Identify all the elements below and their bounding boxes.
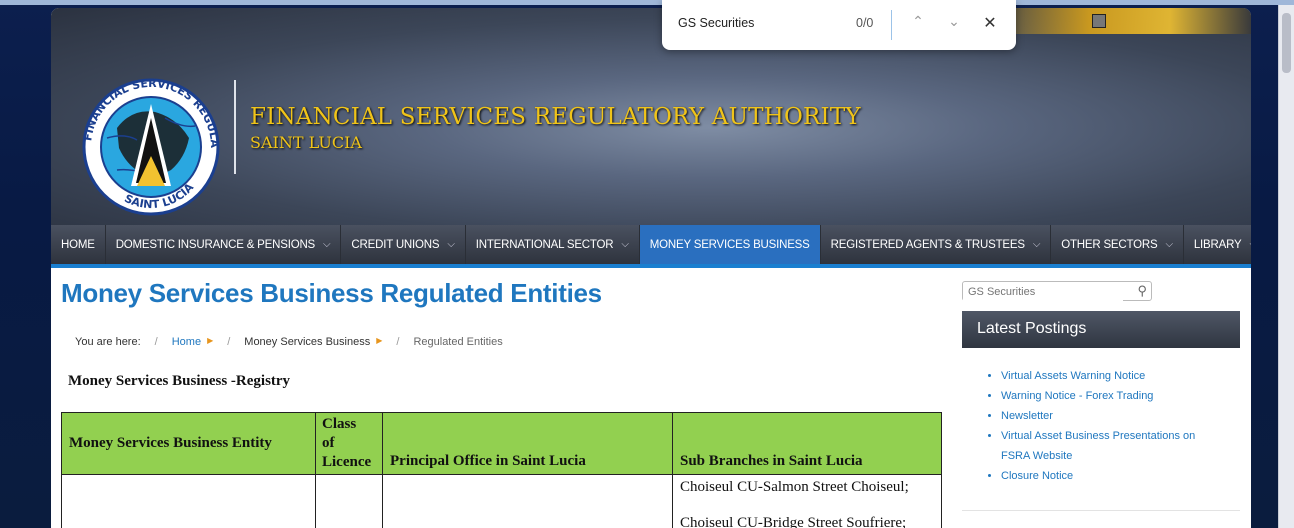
close-icon[interactable]: ✕ bbox=[980, 13, 1000, 33]
chevron-down-icon[interactable]: ⌄ bbox=[944, 13, 964, 30]
cell-entity bbox=[61, 474, 316, 528]
site-header: FINANCIAL SERVICES REGULATORY AUTHORITY … bbox=[51, 8, 1251, 225]
cell-branches: Choiseul CU-Salmon Street Choiseul; Choi… bbox=[672, 474, 942, 528]
col-principal-office: Principal Office in Saint Lucia bbox=[382, 412, 673, 475]
chevron-up-icon[interactable]: ⌃ bbox=[908, 13, 928, 30]
find-match-count: 0/0 bbox=[856, 16, 874, 30]
list-item[interactable]: Virtual Assets Warning Notice bbox=[1001, 366, 1227, 386]
fsra-logo-icon[interactable]: FINANCIAL SERVICES REGULATORY AUTHORITY … bbox=[77, 78, 225, 216]
chevron-down-icon[interactable]: ⌵ bbox=[1165, 239, 1173, 250]
breadcrumb-home-link[interactable]: Home bbox=[172, 336, 201, 348]
table-header-row: Money Services Business Entity Class of … bbox=[61, 412, 942, 475]
col-sub-branches: Sub Branches in Saint Lucia bbox=[672, 412, 942, 475]
chevron-down-icon[interactable]: ⌵ bbox=[323, 239, 331, 250]
sidebar-divider bbox=[962, 510, 1240, 511]
find-input[interactable]: GS Securities bbox=[678, 16, 754, 30]
breadcrumb-arrow-icon: ▶ bbox=[207, 336, 214, 345]
registry-table: Money Services Business Entity Class of … bbox=[61, 412, 942, 528]
sidebar-search: ⚲ bbox=[962, 281, 1152, 301]
nav-item-registered-agents[interactable]: REGISTERED AGENTS & TRUSTEES ⌵ bbox=[821, 225, 1052, 264]
search-icon[interactable]: ⚲ bbox=[1137, 283, 1147, 299]
nav-item-library[interactable]: LIBRARY⌵ bbox=[1184, 225, 1251, 264]
list-item[interactable]: Closure Notice bbox=[1001, 466, 1227, 486]
search-input[interactable] bbox=[963, 283, 1123, 301]
branch-line: Choiseul CU-Bridge Street Soufriere; bbox=[680, 515, 907, 528]
registry-heading: Money Services Business -Registry bbox=[68, 373, 291, 389]
breadcrumb-current: Regulated Entities bbox=[413, 336, 503, 348]
cell-principal bbox=[382, 474, 673, 528]
site-container: FINANCIAL SERVICES REGULATORY AUTHORITY … bbox=[51, 8, 1251, 528]
nav-item-domestic-insurance[interactable]: DOMESTIC INSURANCE & PENSIONS ⌵ bbox=[106, 225, 342, 264]
latest-postings-header: Latest Postings bbox=[962, 311, 1240, 348]
list-item[interactable]: Newsletter bbox=[1001, 406, 1227, 426]
header-gold-accent bbox=[981, 8, 1251, 34]
nav-item-home[interactable]: HOME bbox=[51, 225, 106, 264]
chevron-down-icon[interactable]: ⌵ bbox=[1249, 239, 1251, 250]
scrollbar-thumb[interactable] bbox=[1282, 13, 1291, 73]
postings-list: Virtual Assets Warning Notice Warning No… bbox=[987, 366, 1227, 486]
page-title: Money Services Business Regulated Entiti… bbox=[61, 278, 602, 308]
breadcrumb: You are here: / Home ▶ / Money Services … bbox=[75, 336, 503, 348]
browser-top-edge bbox=[0, 0, 1294, 5]
chevron-down-icon[interactable]: ⌵ bbox=[621, 239, 629, 250]
col-entity: Money Services Business Entity bbox=[61, 412, 316, 475]
col-class: Class of Licence bbox=[315, 412, 383, 475]
header-divider bbox=[234, 80, 236, 174]
chevron-down-icon[interactable]: ⌵ bbox=[1033, 239, 1041, 250]
list-item[interactable]: Warning Notice - Forex Trading bbox=[1001, 386, 1227, 406]
nav-item-international-sector[interactable]: INTERNATIONAL SECTOR ⌵ bbox=[466, 225, 640, 264]
breadcrumb-separator: / bbox=[396, 336, 400, 348]
header-mini-icon bbox=[1092, 14, 1106, 28]
list-item[interactable]: Virtual Asset Business Presentations on … bbox=[1001, 426, 1227, 466]
site-title: FINANCIAL SERVICES REGULATORY AUTHORITY bbox=[250, 104, 861, 130]
chevron-down-icon[interactable]: ⌵ bbox=[447, 239, 455, 250]
branch-line: Choiseul CU-Salmon Street Choiseul; bbox=[680, 479, 909, 495]
find-bar: GS Securities 0/0 ⌃ ⌄ ✕ bbox=[662, 0, 1016, 50]
table-row: Choiseul CU-Salmon Street Choiseul; Choi… bbox=[61, 474, 942, 528]
breadcrumb-arrow-icon: ▶ bbox=[376, 336, 383, 345]
breadcrumb-separator: / bbox=[227, 336, 231, 348]
breadcrumb-prefix: You are here: bbox=[75, 336, 141, 348]
page-scrollbar[interactable] bbox=[1278, 5, 1294, 528]
breadcrumb-separator: / bbox=[154, 336, 158, 348]
find-divider bbox=[891, 10, 892, 40]
nav-item-credit-unions[interactable]: CREDIT UNIONS ⌵ bbox=[341, 225, 466, 264]
site-subtitle: SAINT LUCIA bbox=[250, 133, 362, 152]
nav-accent-line bbox=[51, 264, 1251, 268]
main-nav: HOME DOMESTIC INSURANCE & PENSIONS ⌵ CRED… bbox=[51, 225, 1251, 264]
breadcrumb-section: Money Services Business bbox=[244, 336, 371, 348]
nav-item-money-services[interactable]: MONEY SERVICES BUSINESS bbox=[639, 225, 821, 264]
nav-item-other-sectors[interactable]: OTHER SECTORS ⌵ bbox=[1051, 225, 1184, 264]
cell-class bbox=[315, 474, 383, 528]
